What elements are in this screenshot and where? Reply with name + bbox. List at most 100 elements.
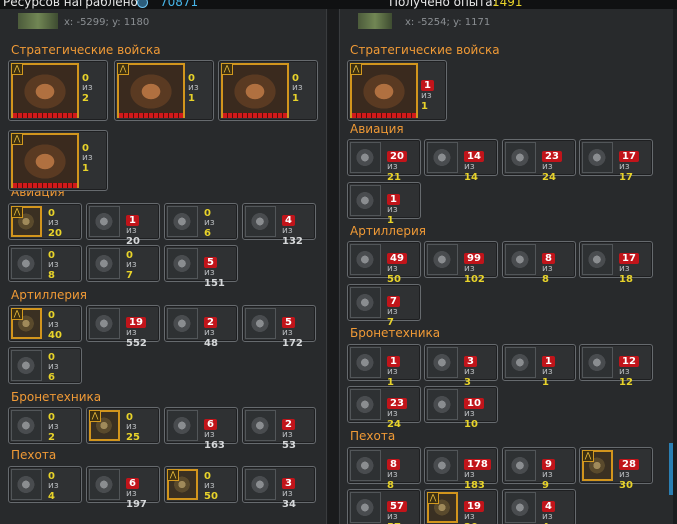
aviation-unit-card[interactable]: ⋀ 0 из 20 — [8, 203, 82, 240]
aviation-unit-icon — [167, 206, 198, 237]
of-label: из — [188, 83, 199, 93]
aviation-unit-card[interactable]: 14 из 14 — [424, 139, 498, 183]
lost-count: 10 — [464, 398, 484, 409]
armor-unit-card[interactable]: 3 из 3 — [424, 344, 498, 388]
total-count: 1 — [387, 215, 394, 226]
lost-count: 5 — [204, 257, 217, 268]
armor-unit-card[interactable]: 0 из 2 — [8, 407, 82, 444]
artillery-unit-card[interactable]: 7 из 7 — [347, 284, 421, 328]
infantry-unit-card[interactable]: 4из4 — [502, 489, 576, 524]
unit-counts: 0 из 6 — [204, 208, 238, 240]
total-count: 40 — [48, 330, 62, 341]
infantry-unit-icon — [350, 450, 381, 481]
unit-counts: 17 из 17 — [619, 144, 653, 183]
lost-count: 20 — [387, 151, 407, 162]
aviation-unit-card[interactable]: 17 из 17 — [579, 139, 653, 183]
of-label: из — [464, 264, 475, 274]
of-label: из — [48, 320, 59, 330]
infantry-unit-card[interactable]: ⋀ 0 из 50 — [164, 466, 238, 503]
lost-count: 1 — [421, 80, 434, 91]
strategic-unit-card[interactable]: ⋀ 0 из 2 — [8, 60, 108, 121]
infantry-unit-card[interactable]: ⋀ 28 из 30 — [579, 447, 653, 491]
scrollbar-thumb[interactable] — [669, 443, 673, 495]
total-count: 1 — [82, 163, 89, 174]
aviation-unit-card[interactable]: 1 из 20 — [86, 203, 160, 247]
aviation-unit-icon — [167, 248, 198, 279]
unit-counts: 0 из 2 — [82, 73, 107, 113]
lost-count: 12 — [619, 356, 639, 367]
rank-chevron-icon: ⋀ — [11, 133, 23, 145]
rank-chevron-icon: ⋀ — [11, 308, 23, 320]
lost-count: 8 — [542, 253, 555, 264]
strategic-unit-card[interactable]: ⋀ 0 из 1 — [218, 60, 318, 121]
artillery-unit-card[interactable]: 5 из 172 — [242, 305, 316, 349]
armor-unit-card[interactable]: 12 из 12 — [579, 344, 653, 388]
unit-counts: 10 из 10 — [464, 391, 498, 430]
infantry-unit-card[interactable]: 0 из 4 — [8, 466, 82, 503]
artillery-unit-card[interactable]: 49 из 50 — [347, 241, 421, 285]
coordinates: x: -5299; y: 1180 — [64, 17, 150, 28]
unit-counts: 12 из 12 — [619, 349, 653, 388]
of-label: из — [464, 367, 475, 377]
total-count: 172 — [282, 338, 303, 349]
unit-counts: 1 из 1 — [421, 73, 446, 113]
armor-unit-card[interactable]: ⋀ 0 из 25 — [86, 407, 160, 444]
health-bar — [13, 113, 77, 118]
unit-counts: 4из4 — [542, 494, 576, 524]
infantry-unit-card[interactable]: 8 из 8 — [347, 447, 421, 491]
unit-counts: 23 из 24 — [387, 391, 421, 430]
armor-unit-icon — [167, 410, 198, 441]
infantry-unit-card[interactable]: ⋀ 19из20 — [424, 489, 498, 524]
section-strategic: Стратегические войска — [11, 43, 161, 57]
artillery-unit-card[interactable]: 17 из 18 — [579, 241, 653, 285]
aviation-unit-card[interactable]: 0 из 8 — [8, 245, 82, 282]
total-count: 151 — [204, 278, 225, 289]
lost-count: 7 — [387, 296, 400, 307]
infantry-unit-card[interactable]: 3 из 34 — [242, 466, 316, 510]
armor-unit-card[interactable]: 23 из 24 — [347, 386, 421, 430]
artillery-unit-card[interactable]: ⋀ 0 из 40 — [8, 305, 82, 342]
total-count: 24 — [387, 419, 401, 430]
armor-unit-card[interactable]: 1 из 1 — [347, 344, 421, 388]
artillery-unit-card[interactable]: 99 из 102 — [424, 241, 498, 285]
resources-value: 70871 — [160, 0, 199, 9]
unit-counts: 0 из 1 — [188, 73, 213, 113]
armor-unit-card[interactable]: 1 из 1 — [502, 344, 576, 388]
of-label: из — [126, 422, 137, 432]
of-label: из — [282, 430, 293, 440]
infantry-unit-card[interactable]: 9 из 9 — [502, 447, 576, 491]
strategic-unit-card[interactable]: ⋀ 0 из 1 — [8, 130, 108, 191]
aviation-unit-card[interactable]: 20 из 21 — [347, 139, 421, 183]
armor-unit-card[interactable]: 6 из 163 — [164, 407, 238, 451]
infantry-unit-card[interactable]: 178 из 183 — [424, 447, 498, 491]
artillery-unit-card[interactable]: 8 из 8 — [502, 241, 576, 285]
total-count: 1 — [188, 93, 195, 104]
artillery-unit-icon — [167, 308, 198, 339]
aviation-unit-icon — [245, 206, 276, 237]
aviation-unit-card[interactable]: 23 из 24 — [502, 139, 576, 183]
unit-counts: 0 из 25 — [126, 412, 160, 444]
aviation-unit-card[interactable]: 4 из 132 — [242, 203, 316, 247]
artillery-unit-card[interactable]: 19 из 552 — [86, 305, 160, 349]
unit-counts: 14 из 14 — [464, 144, 498, 183]
lost-count: 23 — [387, 398, 407, 409]
infantry-unit-card[interactable]: 6 из 197 — [86, 466, 160, 510]
strategic-unit-card[interactable]: ⋀ 0 из 1 — [114, 60, 214, 121]
aviation-unit-card[interactable]: 5 из 151 — [164, 245, 238, 289]
unit-counts: 0 из 1 — [82, 143, 107, 183]
artillery-unit-card[interactable]: 2 из 48 — [164, 305, 238, 349]
infantry-unit-card[interactable]: 57из57 — [347, 489, 421, 524]
total-count: 14 — [464, 172, 478, 183]
aviation-unit-icon — [582, 142, 613, 173]
aviation-unit-card[interactable]: 0 из 7 — [86, 245, 160, 282]
aviation-unit-card[interactable]: 0 из 6 — [164, 203, 238, 240]
aviation-unit-icon — [350, 142, 381, 173]
artillery-unit-card[interactable]: 0 из 6 — [8, 347, 82, 384]
armor-unit-card[interactable]: 2 из 53 — [242, 407, 316, 451]
armor-unit-card[interactable]: 10 из 10 — [424, 386, 498, 430]
strategic-unit-card[interactable]: ⋀ 1 из 1 — [347, 60, 447, 121]
of-label: из — [82, 153, 93, 163]
coordinates: x: -5254; y: 1171 — [405, 17, 491, 28]
aviation-unit-card[interactable]: 1 из 1 — [347, 182, 421, 226]
of-label: из — [204, 481, 215, 491]
